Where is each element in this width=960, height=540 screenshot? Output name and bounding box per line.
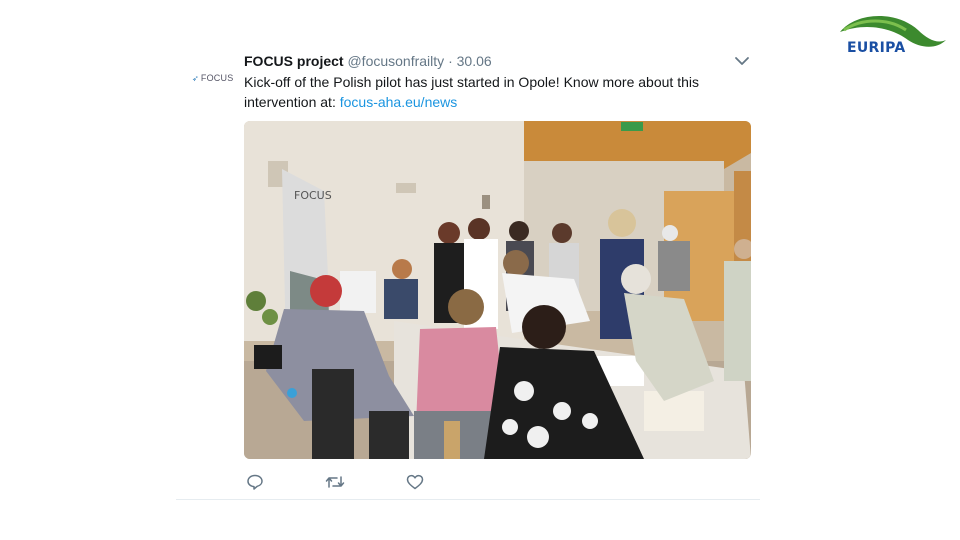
euripa-logo: EURIPA	[836, 10, 948, 72]
like-button[interactable]	[405, 472, 425, 492]
retweet-icon	[325, 476, 345, 488]
tweet-avatar[interactable]: ➶ FOCUS	[192, 71, 234, 85]
tweet-divider	[176, 499, 760, 500]
reply-button[interactable]	[245, 472, 265, 492]
meeting-room-photo: FOCUS	[244, 121, 751, 459]
tweet-date[interactable]: 30.06	[457, 53, 492, 69]
reply-icon	[247, 474, 263, 490]
focus-logo-icon: ➶	[192, 73, 199, 83]
tweet-photo[interactable]: FOCUS	[244, 121, 751, 459]
tweet-author[interactable]: FOCUS project	[244, 53, 344, 69]
tweet-text: Kick-off of the Polish pilot has just st…	[244, 72, 724, 112]
tweet-link[interactable]: focus-aha.eu/news	[340, 94, 458, 110]
chevron-down-icon	[735, 57, 749, 65]
banner-text: FOCUS	[294, 189, 332, 202]
heart-icon	[406, 474, 424, 490]
tweet-body: Kick-off of the Polish pilot has just st…	[244, 74, 699, 110]
euripa-logo-text: EURIPA	[847, 40, 906, 56]
tweet-menu-button[interactable]	[734, 54, 750, 68]
tweet-separator: ·	[448, 53, 453, 69]
retweet-button[interactable]	[325, 472, 345, 492]
avatar-label: FOCUS	[200, 73, 234, 83]
tweet-header: FOCUS project @focusonfrailty · 30.06	[244, 52, 492, 70]
tweet-handle[interactable]: @focusonfrailty	[347, 53, 444, 69]
